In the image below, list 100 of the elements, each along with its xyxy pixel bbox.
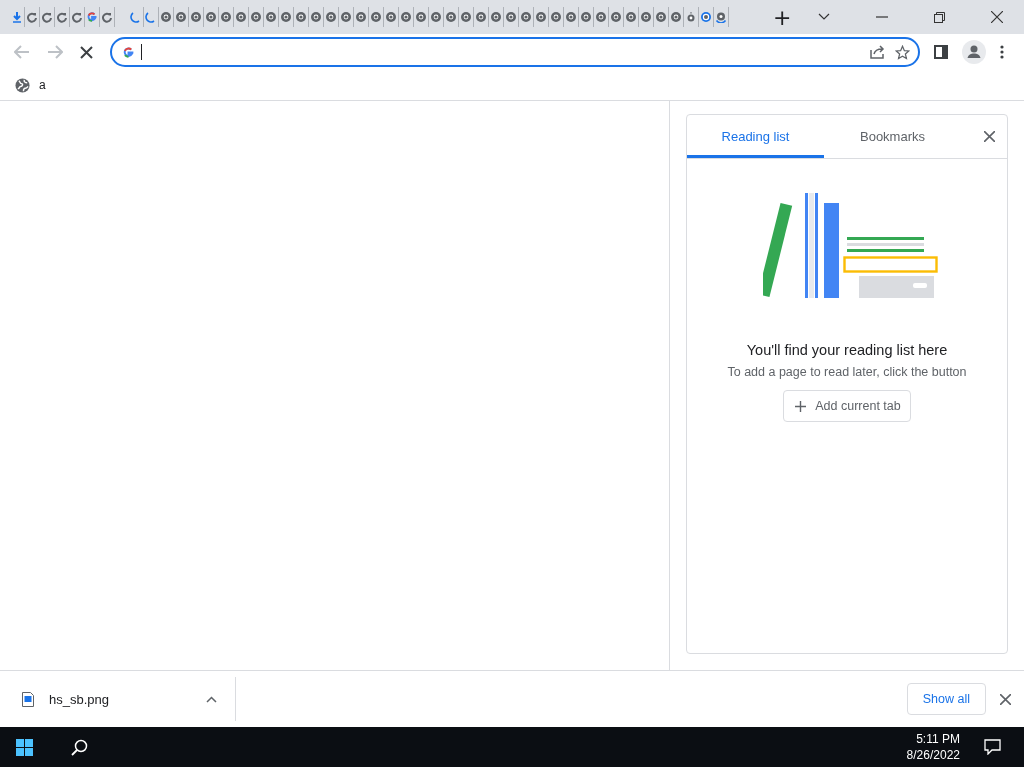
browser-tab[interactable] <box>129 7 144 27</box>
browser-tab[interactable] <box>669 7 684 27</box>
browser-tab[interactable] <box>339 7 354 27</box>
chrome-icon <box>640 11 652 23</box>
browser-tab[interactable] <box>294 7 309 27</box>
browser-tab[interactable] <box>40 7 55 27</box>
chrome-icon <box>175 11 187 23</box>
restore-icon[interactable] <box>934 11 946 23</box>
notifications-icon[interactable] <box>984 739 1001 755</box>
search-icon[interactable] <box>71 738 88 756</box>
close-icon[interactable] <box>984 131 995 142</box>
chrome-icon <box>505 11 517 23</box>
bookmark-item[interactable]: a <box>15 77 46 93</box>
browser-tab[interactable] <box>264 7 279 27</box>
browser-tab[interactable] <box>249 7 264 27</box>
browser-tab[interactable] <box>714 7 729 27</box>
chrome-icon <box>235 11 247 23</box>
chrome-icon <box>445 11 457 23</box>
browser-tab[interactable] <box>189 7 204 27</box>
chrome-icon <box>265 11 277 23</box>
more-menu-icon[interactable] <box>1000 45 1004 59</box>
download-item[interactable]: hs_sb.png <box>0 677 236 721</box>
chrome-icon <box>160 11 172 23</box>
chrome-icon <box>430 11 442 23</box>
plus-icon <box>795 400 807 412</box>
minimize-icon[interactable] <box>876 16 889 18</box>
add-current-tab-button[interactable]: Add current tab <box>783 390 911 422</box>
browser-tab[interactable] <box>70 7 85 27</box>
empty-state-description: To add a page to read later, click the button <box>727 365 967 379</box>
stop-loading-icon[interactable] <box>80 45 93 59</box>
new-tab-button[interactable]: + <box>769 4 796 30</box>
browser-tab[interactable] <box>504 7 519 27</box>
browser-tab[interactable] <box>234 7 249 27</box>
chrome-icon <box>610 11 622 23</box>
clock-time: 5:11 PM <box>916 731 960 747</box>
chrome-icon <box>385 11 397 23</box>
chevron-down-icon[interactable] <box>818 13 831 21</box>
browser-tab[interactable] <box>369 7 384 27</box>
browser-tab[interactable] <box>85 7 100 27</box>
chrome-icon <box>670 11 682 23</box>
chrome-icon <box>700 11 712 23</box>
reload-icon <box>41 11 53 23</box>
chrome-icon <box>415 11 427 23</box>
show-all-button[interactable]: Show all <box>906 683 986 715</box>
browser-tab[interactable] <box>55 7 70 27</box>
windows-logo-icon[interactable] <box>16 738 33 756</box>
browser-tab[interactable] <box>594 7 609 27</box>
browser-tab[interactable] <box>324 7 339 27</box>
chrome-icon <box>325 11 337 23</box>
chrome-icon <box>280 11 292 23</box>
browser-tab[interactable] <box>474 7 489 27</box>
profile-avatar-icon[interactable] <box>962 40 986 64</box>
browser-tab[interactable] <box>144 7 159 27</box>
star-icon[interactable] <box>895 44 910 60</box>
browser-tab[interactable] <box>624 7 639 27</box>
panel-tab[interactable]: Bookmarks <box>824 115 961 158</box>
browser-tab[interactable] <box>639 7 654 27</box>
browser-tab[interactable] <box>654 7 669 27</box>
chrome-icon <box>205 11 217 23</box>
browser-tab[interactable] <box>519 7 534 27</box>
close-icon[interactable] <box>991 11 1004 23</box>
spinner-icon <box>130 11 142 23</box>
browser-tab[interactable] <box>354 7 369 27</box>
browser-tab[interactable] <box>414 7 429 27</box>
chrome-icon <box>535 11 547 23</box>
close-icon[interactable] <box>1000 693 1011 705</box>
browser-tab[interactable] <box>489 7 504 27</box>
browser-tab[interactable] <box>549 7 564 27</box>
chrome-icon <box>190 11 202 23</box>
browser-tab[interactable] <box>204 7 219 27</box>
panel-tab[interactable]: Reading list <box>687 115 824 158</box>
browser-tab[interactable] <box>384 7 399 27</box>
browser-tab[interactable] <box>459 7 474 27</box>
browser-tab[interactable] <box>399 7 414 27</box>
browser-tab[interactable] <box>100 7 115 27</box>
browser-tab[interactable] <box>309 7 324 27</box>
reload-icon <box>71 11 83 23</box>
browser-tab[interactable] <box>534 7 549 27</box>
browser-tab[interactable] <box>10 7 25 27</box>
chevron-up-icon[interactable] <box>206 695 217 703</box>
address-bar[interactable] <box>110 37 920 67</box>
chrome-icon <box>475 11 487 23</box>
browser-tab[interactable] <box>699 7 714 27</box>
side-panel-icon[interactable] <box>934 45 948 59</box>
browser-tab[interactable] <box>25 7 40 27</box>
browser-tab[interactable] <box>564 7 579 27</box>
browser-tab[interactable] <box>219 7 234 27</box>
reload-icon <box>101 11 113 23</box>
browser-tab[interactable] <box>279 7 294 27</box>
share-icon[interactable] <box>870 45 885 59</box>
reload-icon <box>26 11 38 23</box>
browser-tab[interactable] <box>159 7 174 27</box>
chrome-icon <box>655 11 667 23</box>
browser-tab[interactable] <box>174 7 189 27</box>
browser-tab[interactable] <box>579 7 594 27</box>
chrome-icon <box>250 11 262 23</box>
browser-tab[interactable] <box>444 7 459 27</box>
browser-tab[interactable] <box>609 7 624 27</box>
browser-tab[interactable] <box>429 7 444 27</box>
image-file-icon <box>22 691 34 707</box>
